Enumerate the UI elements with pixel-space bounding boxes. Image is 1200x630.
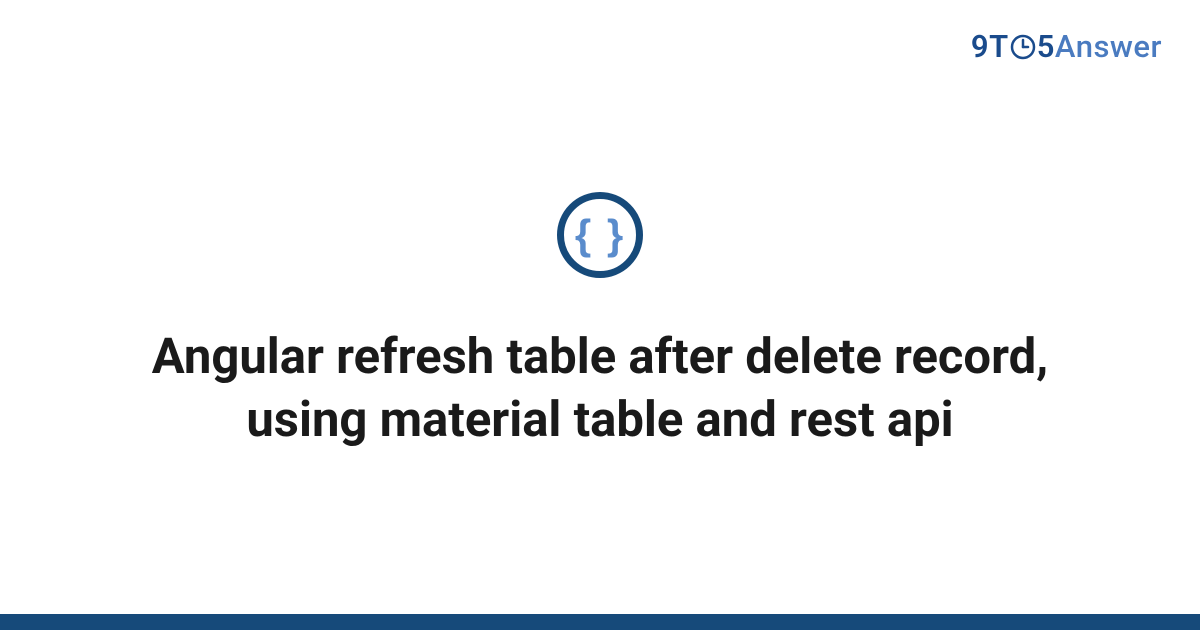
- topic-icon-circle: { }: [557, 192, 643, 278]
- page-title: Angular refresh table after delete recor…: [100, 326, 1100, 451]
- code-braces-icon: { }: [575, 214, 625, 256]
- main-content: { } Angular refresh table after delete r…: [0, 0, 1200, 614]
- bottom-accent-bar: [0, 614, 1200, 630]
